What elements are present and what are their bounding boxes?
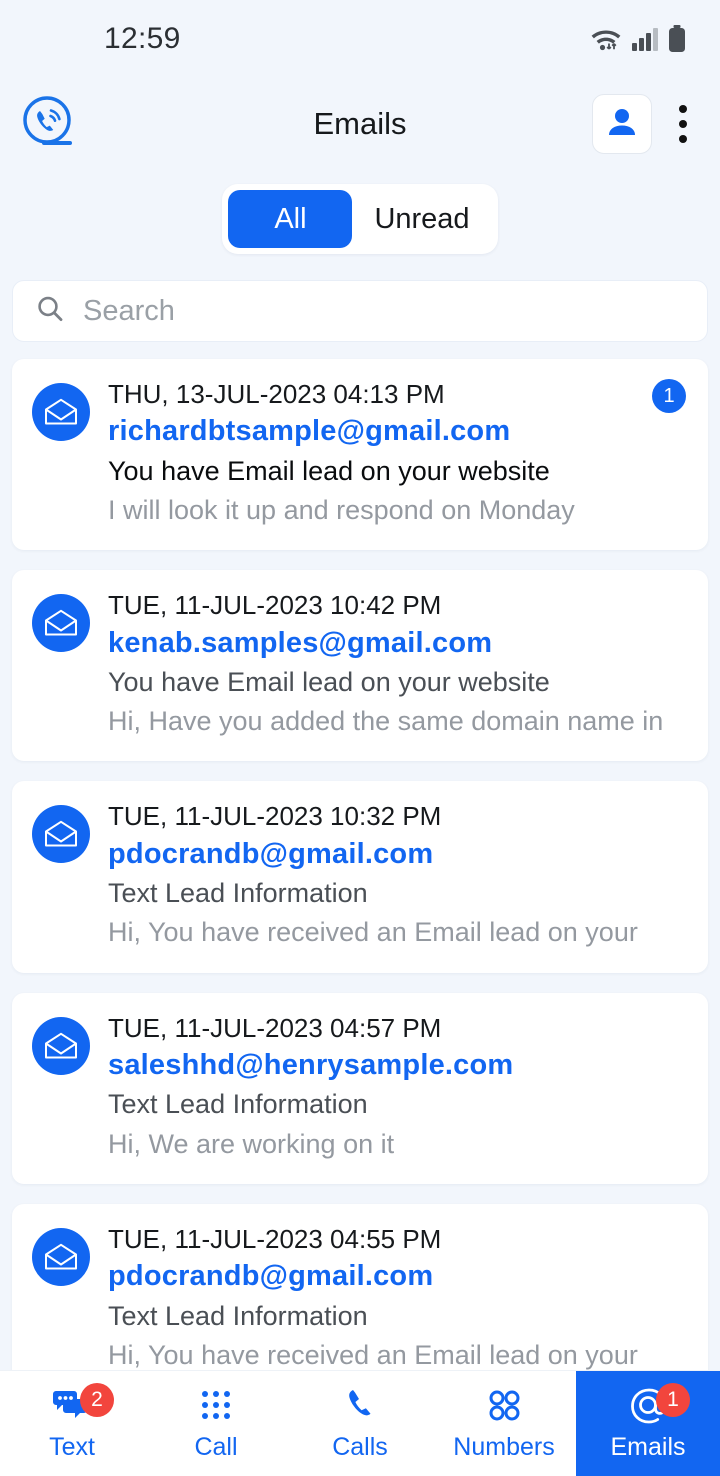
envelope-icon xyxy=(32,805,90,864)
dialpad-icon xyxy=(199,1385,233,1425)
email-date: TUE, 11-JUL-2023 04:57 PM xyxy=(108,1012,442,1043)
nav-label-text: Text xyxy=(49,1433,95,1461)
email-list-item[interactable]: TUE, 11-JUL-2023 04:57 PM saleshhd@henry… xyxy=(12,992,708,1184)
email-list-item[interactable]: TUE, 11-JUL-2023 10:42 PM kenab.samples@… xyxy=(12,570,708,762)
app-bar: Emails xyxy=(0,78,720,170)
cellular-signal-icon xyxy=(631,26,659,52)
nav-item-calls[interactable]: Calls xyxy=(288,1371,432,1476)
nav-label-calls: Calls xyxy=(332,1433,388,1461)
envelope-icon xyxy=(32,594,90,653)
email-preview: Hi, Have you added the same domain name … xyxy=(108,706,664,737)
battery-icon xyxy=(668,25,686,53)
nav-item-text[interactable]: Text 2 xyxy=(0,1371,144,1476)
bottom-navigation: Text 2 Call Calls Numbers Emails 1 xyxy=(0,1370,720,1476)
nav-item-numbers[interactable]: Numbers xyxy=(432,1371,576,1476)
app-bar-actions xyxy=(592,94,698,154)
email-subject: Text Lead Information xyxy=(108,1089,368,1120)
envelope-icon xyxy=(32,1227,90,1286)
email-sender: pdocrandb@gmail.com xyxy=(108,837,434,870)
app-screen: 12:59 Emails All Unread Search THU, 13-J… xyxy=(0,0,720,1476)
person-icon xyxy=(605,105,639,144)
search-icon xyxy=(35,294,65,329)
search-bar[interactable] xyxy=(12,280,708,342)
nav-label-call: Call xyxy=(194,1433,238,1461)
email-date: TUE, 11-JUL-2023 10:42 PM xyxy=(108,590,442,621)
status-bar-icons xyxy=(590,25,686,53)
phone-handset-icon xyxy=(342,1385,378,1425)
email-date: THU, 13-JUL-2023 04:13 PM xyxy=(108,379,445,409)
unread-count-badge: 1 xyxy=(652,379,686,413)
four-circles-icon xyxy=(487,1385,521,1425)
filter-tabs: All Unread xyxy=(0,184,720,254)
status-bar-clock: 12:59 xyxy=(104,22,181,55)
email-sender: richardbtsample@gmail.com xyxy=(108,415,511,448)
tab-all[interactable]: All xyxy=(228,190,353,248)
wifi-icon xyxy=(590,26,622,52)
nav-item-call[interactable]: Call xyxy=(144,1371,288,1476)
email-sender: saleshhd@henrysample.com xyxy=(108,1048,514,1081)
email-list: THU, 13-JUL-2023 04:13 PM richardbtsampl… xyxy=(0,359,720,1476)
kebab-menu-icon[interactable] xyxy=(668,95,698,153)
email-sender: pdocrandb@gmail.com xyxy=(108,1260,434,1293)
email-preview: I will look it up and respond on Monday xyxy=(108,495,575,526)
email-list-item[interactable]: TUE, 11-JUL-2023 10:32 PM pdocrandb@gmai… xyxy=(12,781,708,973)
envelope-icon xyxy=(32,1016,90,1075)
email-preview: Hi, You have received an Email lead on y… xyxy=(108,917,638,948)
contacts-button[interactable] xyxy=(592,94,652,154)
nav-label-emails: Emails xyxy=(610,1433,686,1461)
tab-unread[interactable]: Unread xyxy=(352,190,491,248)
search-input[interactable] xyxy=(83,294,685,328)
email-subject: You have Email lead on your website xyxy=(108,455,550,486)
email-sender: kenab.samples@gmail.com xyxy=(108,626,493,659)
phone-circle-logo-icon[interactable] xyxy=(18,93,80,155)
email-preview: Hi, We are working on it xyxy=(108,1128,395,1159)
nav-item-emails[interactable]: Emails 1 xyxy=(576,1371,720,1476)
nav-label-numbers: Numbers xyxy=(453,1433,555,1461)
nav-badge-text: 2 xyxy=(80,1383,114,1417)
nav-badge-emails: 1 xyxy=(656,1383,690,1417)
email-date: TUE, 11-JUL-2023 04:55 PM xyxy=(108,1223,442,1254)
email-list-item[interactable]: TUE, 11-JUL-2023 04:55 PM pdocrandb@gmai… xyxy=(12,1203,708,1395)
email-subject: Text Lead Information xyxy=(108,1300,368,1331)
status-bar: 12:59 xyxy=(0,0,720,78)
email-subject: You have Email lead on your website xyxy=(108,667,550,698)
envelope-icon xyxy=(32,383,90,441)
email-subject: Text Lead Information xyxy=(108,878,368,909)
email-date: TUE, 11-JUL-2023 10:32 PM xyxy=(108,801,442,832)
email-list-item[interactable]: THU, 13-JUL-2023 04:13 PM richardbtsampl… xyxy=(12,359,708,551)
